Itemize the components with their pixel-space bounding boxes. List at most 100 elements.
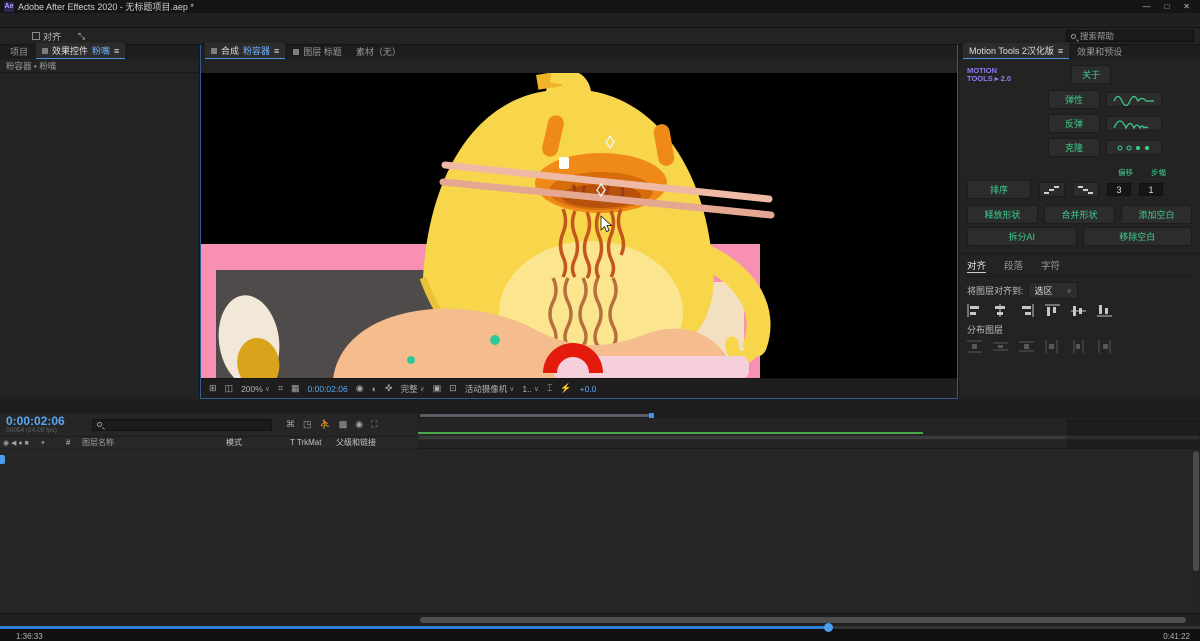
- align-panel: 对齐 段落 字符 将图层对齐到: 选区∨ 分布图层: [959, 254, 1200, 399]
- tab-footage[interactable]: 素材（无）: [350, 44, 407, 59]
- tab-project[interactable]: 项目: [4, 44, 34, 59]
- align-bottom-icon[interactable]: [1097, 304, 1112, 317]
- timeline-v-scrollbar[interactable]: [1192, 449, 1200, 613]
- panel-icon: [293, 49, 299, 55]
- remove-blank-button[interactable]: 移除空白: [1083, 227, 1193, 246]
- distribute-left-icon[interactable]: [1045, 340, 1060, 353]
- view-layout-dropdown[interactable]: 1..∨: [522, 384, 539, 394]
- resolution-dropdown[interactable]: 完整∨: [401, 383, 425, 395]
- close-button[interactable]: ✕: [1183, 2, 1190, 11]
- magnification-dropdown[interactable]: 200%∨: [241, 384, 270, 394]
- release-shapes-button[interactable]: 释放形状: [967, 205, 1038, 224]
- cached-frames-indicator: [418, 432, 923, 434]
- tab-effect-controls[interactable]: 效果控件 粉嘴 ≡: [36, 43, 125, 59]
- align-to-dropdown[interactable]: 选区∨: [1028, 282, 1079, 299]
- hide-shy-icon[interactable]: ⛹: [320, 419, 331, 430]
- show-snapshot-icon[interactable]: ◐: [372, 384, 377, 394]
- column-layer-name[interactable]: 图层名称: [82, 437, 226, 448]
- align-center-v-icon[interactable]: [1071, 304, 1086, 317]
- snapshot-icon[interactable]: ⊞: [209, 383, 217, 394]
- player-progress-handle[interactable]: [824, 623, 833, 632]
- tab-align[interactable]: 对齐: [967, 258, 986, 273]
- sort-offset-input[interactable]: 3: [1107, 183, 1131, 196]
- panel-icon: [42, 48, 48, 54]
- roi-icon[interactable]: ▣: [433, 383, 442, 394]
- panel-menu-icon[interactable]: ≡: [274, 46, 279, 56]
- distribute-hcenter-icon[interactable]: [1071, 340, 1086, 353]
- align-checkbox[interactable]: [32, 32, 40, 40]
- window-title: Adobe After Effects 2020 - 无标题项目.aep *: [18, 0, 194, 13]
- channel-icon[interactable]: ◫: [225, 383, 234, 394]
- bounce-curve-icon[interactable]: [1106, 116, 1162, 131]
- player-progress-track[interactable]: [0, 626, 1200, 629]
- workspace-expand-icon[interactable]: ⤡: [78, 31, 85, 42]
- draft-3d-icon[interactable]: ◳: [303, 419, 312, 430]
- layer-search-input[interactable]: [92, 419, 272, 431]
- clone-dots-icon[interactable]: [1106, 140, 1162, 155]
- distribute-bottom-icon[interactable]: [1019, 340, 1034, 353]
- camera-dropdown[interactable]: 活动摄像机∨: [465, 383, 515, 395]
- align-right-icon[interactable]: [1019, 304, 1034, 317]
- exposure-value[interactable]: +0.0: [580, 384, 597, 394]
- stride-label: 步幅: [1151, 167, 1166, 178]
- column-trkmat[interactable]: T TrkMat: [290, 438, 336, 447]
- composition-flowchart-icon[interactable]: ⌘: [286, 419, 295, 430]
- align-left-icon[interactable]: [967, 304, 982, 317]
- align-top-icon[interactable]: [1045, 304, 1060, 317]
- anchor-grid[interactable]: [967, 90, 1038, 161]
- elastic-curve-icon[interactable]: [1106, 92, 1162, 107]
- player-remaining-time: 0:41:22: [1163, 632, 1190, 641]
- fast-preview-icon[interactable]: ⚡: [560, 383, 571, 394]
- help-search-input[interactable]: 搜索帮助: [1066, 30, 1194, 42]
- tab-character[interactable]: 字符: [1041, 258, 1060, 273]
- distribute-right-icon[interactable]: [1097, 340, 1112, 353]
- sort-button[interactable]: 排序: [967, 180, 1031, 199]
- graph-editor-icon[interactable]: ⛶: [371, 419, 377, 430]
- tab-effects-presets[interactable]: 效果和预设: [1071, 44, 1128, 59]
- current-time-display[interactable]: 0:00:02:06 00054 (24.00 fps): [0, 416, 92, 434]
- grid-guides-icon[interactable]: ⌗: [278, 383, 283, 394]
- clone-button[interactable]: 克隆: [1048, 138, 1100, 157]
- minimize-button[interactable]: —: [1142, 2, 1150, 11]
- search-icon: [1071, 34, 1076, 39]
- mask-visibility-icon[interactable]: ▦: [291, 383, 300, 394]
- maximize-button[interactable]: □: [1164, 2, 1169, 11]
- about-button[interactable]: 关于: [1071, 65, 1111, 84]
- sort-down-icon[interactable]: [1073, 182, 1099, 197]
- align-center-h-icon[interactable]: [993, 304, 1008, 317]
- panel-menu-icon[interactable]: ≡: [114, 46, 119, 56]
- time-ruler[interactable]: [418, 413, 1200, 449]
- composition-artwork: [201, 73, 957, 378]
- add-blank-button[interactable]: 添加空白: [1121, 205, 1192, 224]
- sort-up-icon[interactable]: [1039, 182, 1065, 197]
- align-toggle-label: 对齐: [43, 30, 61, 43]
- composition-panel: 合成 粉容器 ≡ 图层 标题 素材（无）: [200, 45, 958, 399]
- transparency-grid-icon[interactable]: ⊡: [449, 383, 457, 394]
- timeline-bottom-scrollbar[interactable]: [0, 613, 1200, 626]
- menu-bar: [0, 13, 1200, 28]
- composition-viewport[interactable]: [201, 73, 957, 378]
- sort-stride-input[interactable]: 1: [1139, 183, 1163, 196]
- tab-motion-tools[interactable]: Motion Tools 2汉化版≡: [963, 43, 1069, 59]
- viewer-timecode[interactable]: 0:00:02:06: [308, 384, 348, 394]
- bounce-button[interactable]: 反弹: [1048, 114, 1100, 133]
- motion-blur-icon[interactable]: ◉: [355, 419, 363, 430]
- split-ai-button[interactable]: 拆分AI: [967, 227, 1077, 246]
- timeline-h-scrollbar[interactable]: [418, 413, 1200, 418]
- elastic-button[interactable]: 弹性: [1048, 90, 1100, 109]
- merge-shapes-button[interactable]: 合并形状: [1044, 205, 1115, 224]
- take-snapshot-icon[interactable]: ◉: [356, 383, 364, 394]
- pixel-aspect-icon[interactable]: ⌶: [547, 383, 552, 394]
- tab-paragraph[interactable]: 段落: [1004, 258, 1023, 273]
- right-panel: Motion Tools 2汉化版≡ 效果和预设 MOTION TOOLS ▸ …: [958, 45, 1200, 399]
- frame-blending-icon[interactable]: ▩: [339, 419, 348, 430]
- distribute-vcenter-icon[interactable]: [993, 340, 1008, 353]
- column-mode[interactable]: 模式: [226, 437, 290, 448]
- channels-icon[interactable]: ✜: [385, 383, 393, 394]
- tab-composition[interactable]: 合成 粉容器 ≡: [205, 43, 285, 59]
- panel-menu-icon[interactable]: ≡: [1058, 46, 1063, 56]
- breadcrumb: [201, 59, 957, 73]
- tab-layer[interactable]: 图层 标题: [287, 44, 348, 59]
- column-parent[interactable]: 父级和链接: [336, 437, 418, 448]
- distribute-top-icon[interactable]: [967, 340, 982, 353]
